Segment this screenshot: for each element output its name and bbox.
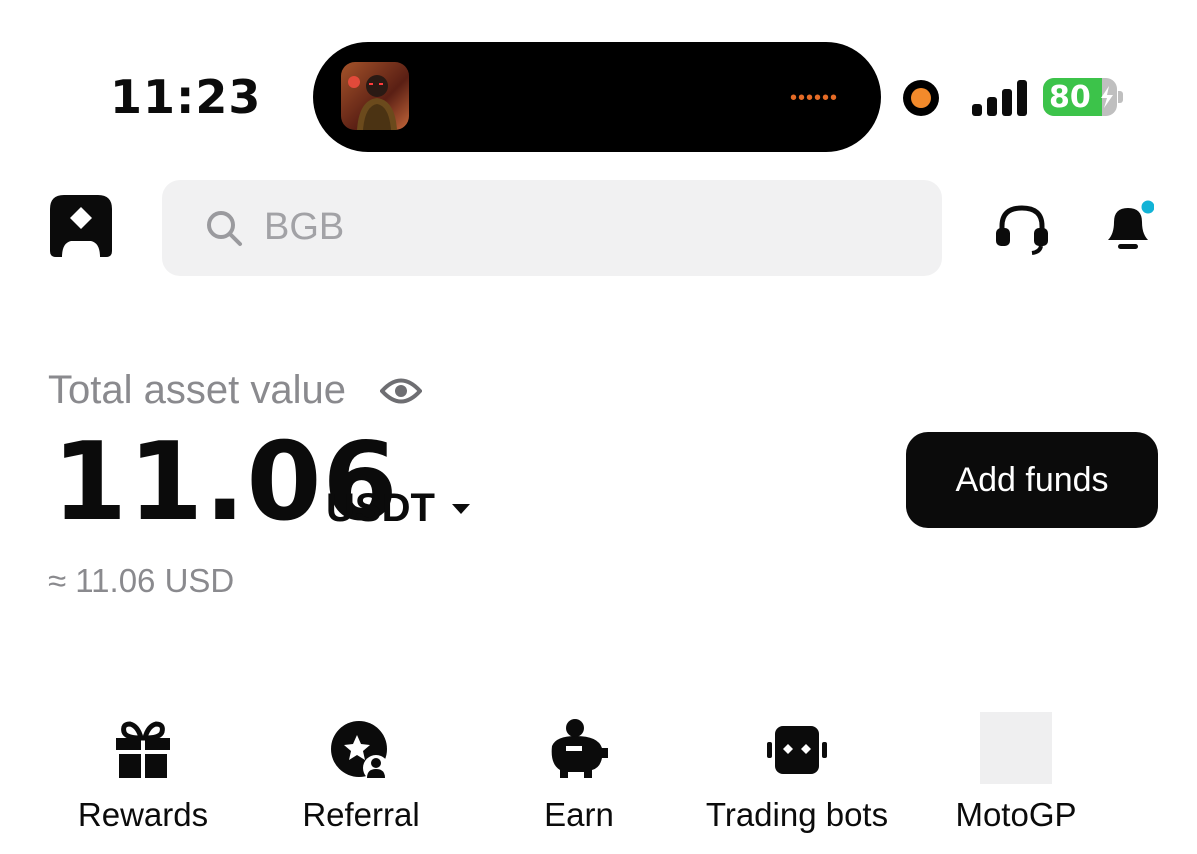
- placeholder-icon: [980, 712, 1052, 784]
- eye-icon[interactable]: [379, 374, 423, 408]
- bitget-logo-icon[interactable]: [50, 195, 112, 259]
- media-thumbnail[interactable]: [341, 62, 409, 130]
- search-placeholder[interactable]: BGB: [264, 206, 344, 249]
- battery-cap: [1118, 91, 1123, 103]
- caret-down-icon[interactable]: [450, 502, 472, 516]
- referral-star-icon: [328, 718, 394, 784]
- battery-charging-icon: 80: [1043, 78, 1117, 116]
- quick-menu-motogp[interactable]: MotoGP: [916, 710, 1116, 840]
- piggy-bank-icon: [546, 718, 612, 784]
- headset-icon[interactable]: [994, 200, 1050, 256]
- quick-menu-trading-bots[interactable]: Trading bots: [697, 710, 897, 840]
- search-icon: [204, 208, 244, 248]
- gift-icon: [110, 718, 176, 784]
- robot-icon: [764, 718, 830, 784]
- bell-icon[interactable]: [1104, 197, 1158, 256]
- add-funds-button[interactable]: Add funds: [906, 432, 1158, 528]
- quick-menu-label: Earn: [544, 796, 614, 833]
- quick-menu-referral[interactable]: Referral: [261, 710, 461, 840]
- status-time: 11:23: [110, 70, 262, 124]
- quick-menu-label: Referral: [302, 796, 420, 833]
- signal-icon: [972, 80, 1030, 116]
- currency-selector[interactable]: USDT: [326, 486, 435, 531]
- quick-menu-earn[interactable]: Earn: [479, 710, 679, 840]
- quick-menu-label: Rewards: [77, 796, 209, 833]
- notification-dot: [1138, 197, 1158, 217]
- approx-usd-value: ≈ 11.06 USD: [48, 562, 235, 599]
- quick-menu-label: MotoGP: [955, 796, 1077, 833]
- activity-dots: ••••••: [790, 87, 839, 109]
- battery-label: 80: [1049, 80, 1091, 115]
- recording-dot-icon: [903, 80, 939, 116]
- quick-menu-rewards[interactable]: Rewards: [43, 710, 243, 840]
- total-asset-label: Total asset value: [48, 368, 346, 412]
- quick-menu-label: Trading bots: [705, 796, 889, 833]
